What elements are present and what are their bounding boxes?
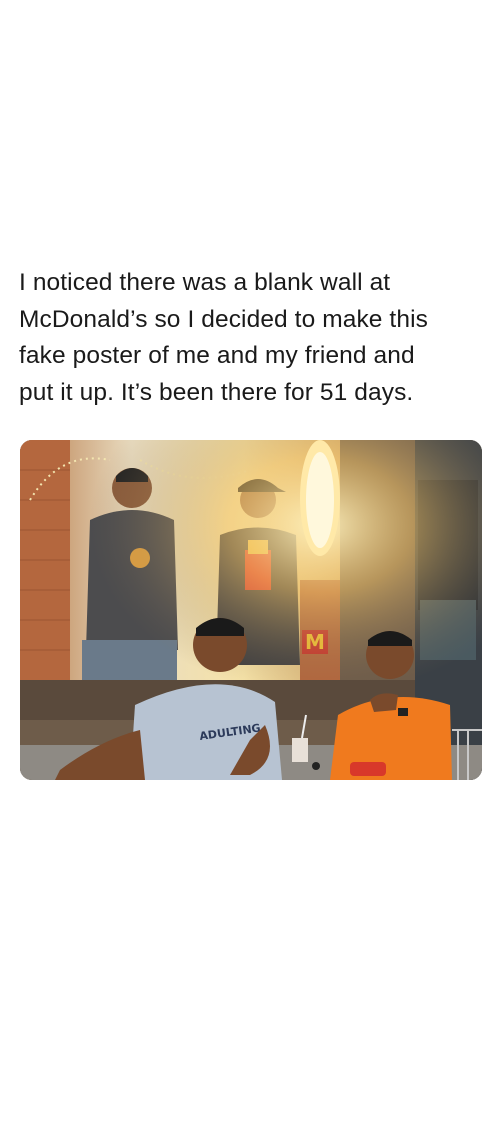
post-text-line: McDonald’s so I decided to make this [19,305,428,333]
restaurant-photo: M ADULTING [20,440,482,780]
cup [292,738,308,762]
post-text-line: fake poster of me and my friend and [19,342,415,369]
post-photo[interactable]: M ADULTING [20,440,482,780]
fries-box [350,762,386,776]
post-text-line: put it up. It’s been there for 51 days. [19,378,414,406]
post-text: I noticed there was a blank wall at McDo… [19,265,489,411]
post-text-line: I noticed there was a blank wall at [19,269,391,296]
